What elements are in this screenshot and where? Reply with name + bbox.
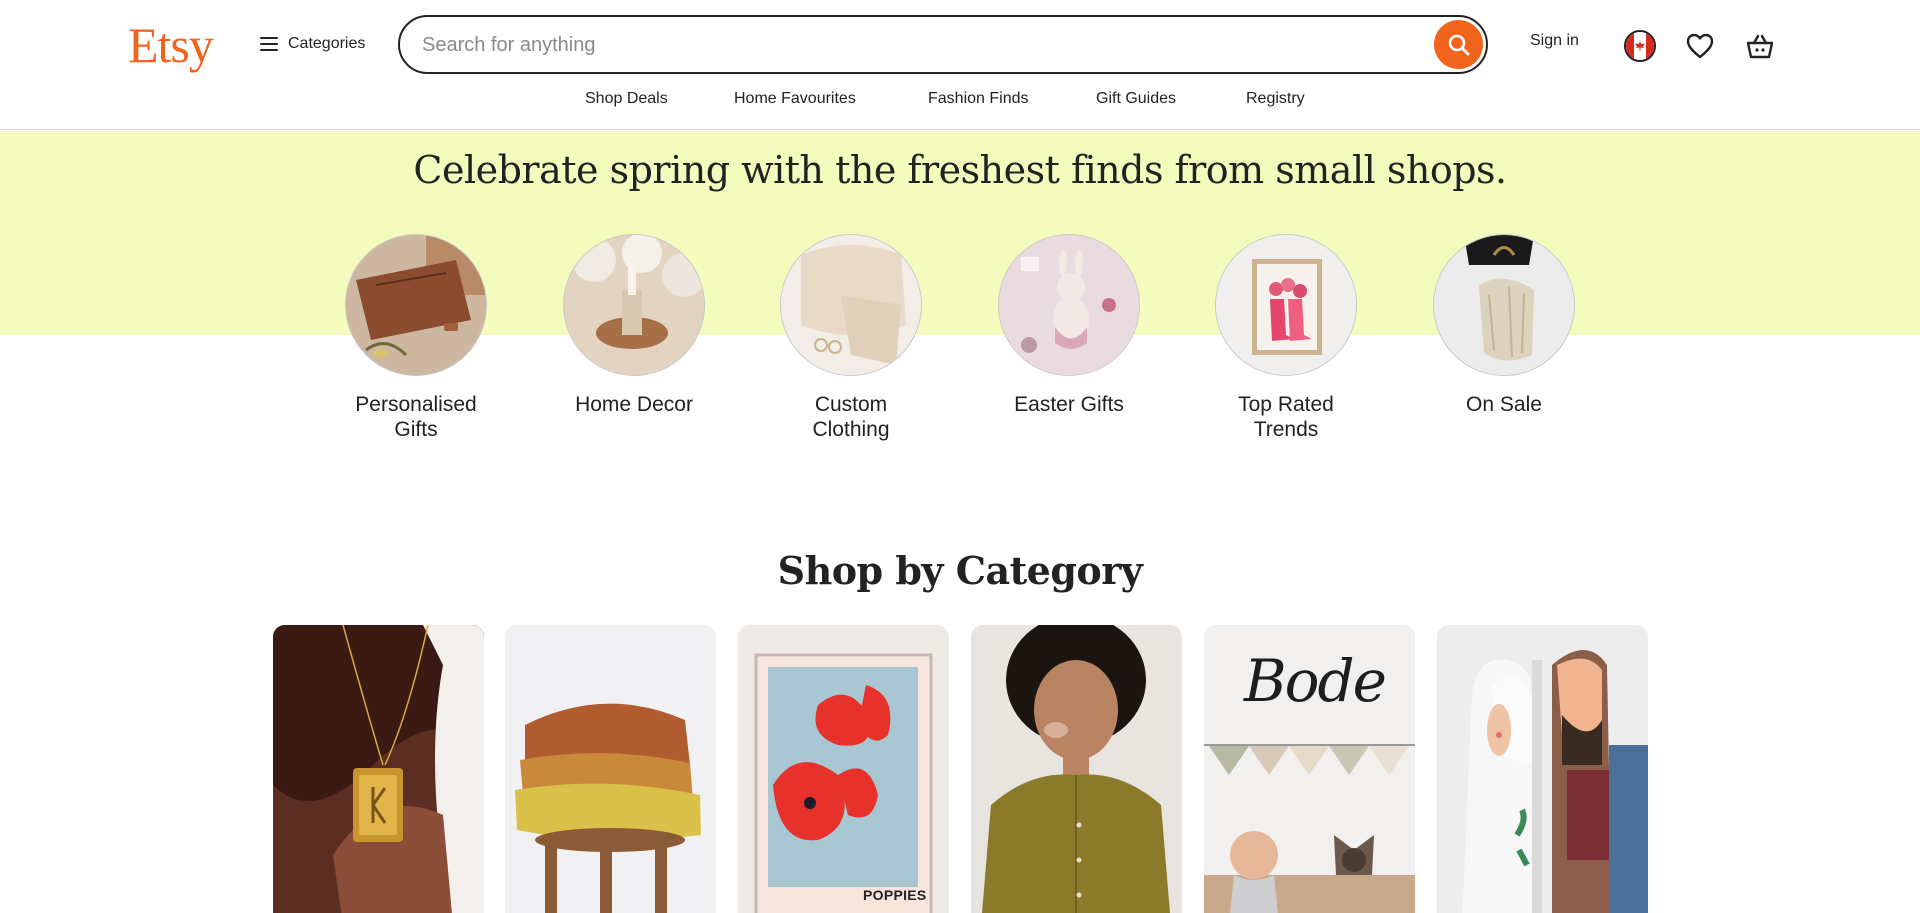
- category-tile-clothing[interactable]: [505, 625, 716, 913]
- categories-button[interactable]: Categories: [256, 26, 369, 62]
- category-image: [563, 234, 705, 376]
- category-image: [780, 234, 922, 376]
- category-label: Easter Gifts: [1014, 393, 1124, 416]
- category-image: [1215, 234, 1357, 376]
- site-header: Etsy Categories Sign in Shop Deals Home …: [0, 0, 1920, 130]
- shopping-bag-icon: [1746, 34, 1774, 59]
- category-image: [998, 234, 1140, 376]
- category-tile-fashion[interactable]: [971, 625, 1182, 913]
- category-easter-gifts[interactable]: Easter Gifts: [974, 234, 1164, 417]
- top-nav: Shop Deals Home Favourites Fashion Finds…: [0, 90, 1920, 114]
- nav-gift-guides[interactable]: Gift Guides: [1096, 90, 1176, 108]
- cart-button[interactable]: [1742, 28, 1778, 64]
- category-on-sale[interactable]: On Sale: [1409, 234, 1599, 417]
- etsy-logo[interactable]: Etsy: [128, 14, 214, 76]
- nav-shop-deals[interactable]: Shop Deals: [585, 90, 668, 108]
- category-tile-jewelry[interactable]: [273, 625, 484, 913]
- sign-in-link[interactable]: Sign in: [1530, 32, 1579, 50]
- nav-fashion-finds[interactable]: Fashion Finds: [928, 90, 1029, 108]
- category-label: Home Decor: [575, 393, 693, 416]
- category-image: [345, 234, 487, 376]
- search-icon: [1448, 34, 1469, 55]
- hero-title: Celebrate spring with the freshest finds…: [413, 148, 1507, 192]
- favorites-button[interactable]: [1682, 28, 1718, 64]
- category-tile-art[interactable]: POPPIES: [738, 625, 949, 913]
- tile-text-bode: Bode: [1244, 647, 1387, 715]
- category-home-decor[interactable]: Home Decor: [539, 234, 729, 417]
- category-image: [1433, 234, 1575, 376]
- nav-registry[interactable]: Registry: [1246, 90, 1305, 108]
- category-label: On Sale: [1466, 393, 1542, 416]
- category-label: Top Rated Trends: [1238, 393, 1334, 441]
- canada-flag-icon[interactable]: [1624, 30, 1656, 62]
- heart-icon: [1686, 33, 1714, 59]
- category-label: Personalised Gifts: [355, 393, 477, 441]
- hamburger-icon: [260, 37, 278, 51]
- nav-home-favourites[interactable]: Home Favourites: [734, 90, 856, 108]
- category-tile-kids[interactable]: Bode: [1204, 625, 1415, 913]
- category-top-rated-trends[interactable]: Top Rated Trends: [1191, 234, 1381, 442]
- tile-text-poppies: POPPIES: [863, 887, 927, 903]
- category-custom-clothing[interactable]: Custom Clothing: [756, 234, 946, 442]
- search-bar: [398, 15, 1488, 74]
- categories-label: Categories: [288, 35, 366, 52]
- category-tile-wedding[interactable]: [1437, 625, 1648, 913]
- search-button[interactable]: [1434, 20, 1483, 69]
- section-title: Shop by Category: [777, 548, 1143, 593]
- category-label: Custom Clothing: [812, 393, 890, 441]
- category-personalised-gifts[interactable]: Personalised Gifts: [321, 234, 511, 442]
- search-input[interactable]: [422, 29, 1382, 61]
